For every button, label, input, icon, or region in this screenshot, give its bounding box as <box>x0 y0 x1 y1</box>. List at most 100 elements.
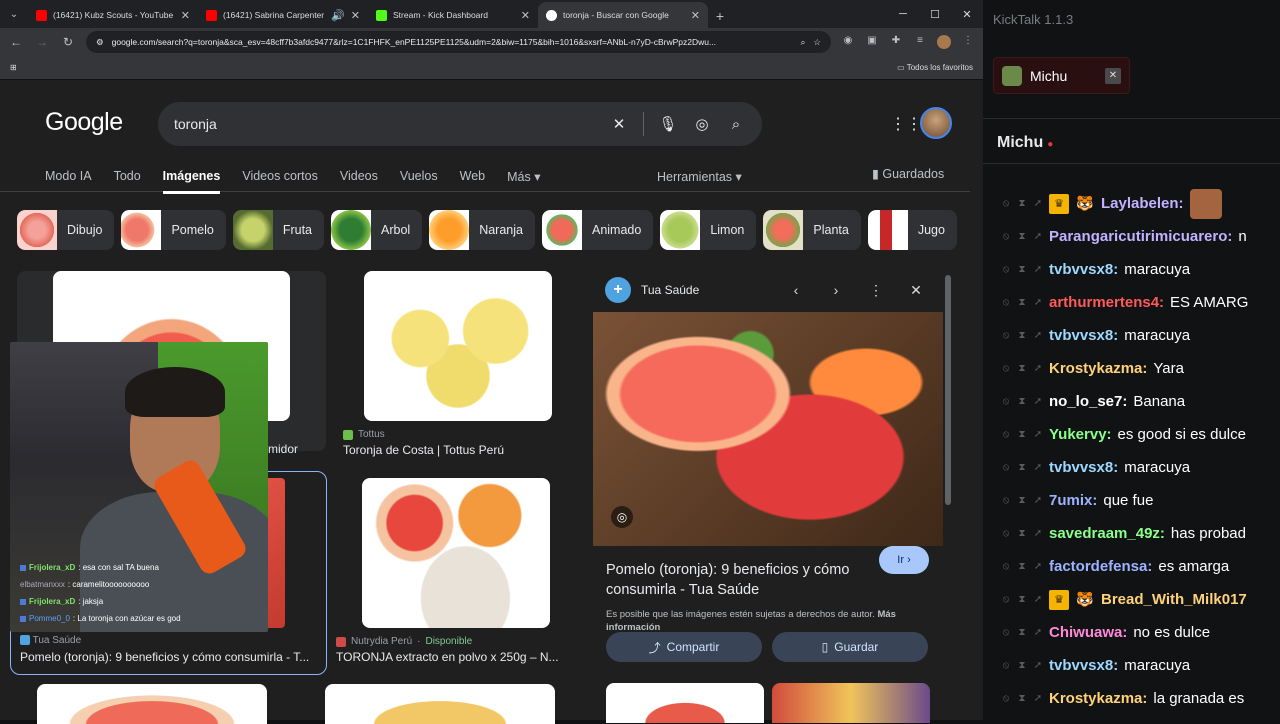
ban-icon[interactable]: ⦸ <box>1001 693 1011 704</box>
timeout-icon[interactable]: ⧗ <box>1017 462 1027 473</box>
timeout-icon[interactable]: ⧗ <box>1017 561 1027 572</box>
chat-username[interactable]: Laylabelen: <box>1101 195 1184 212</box>
panel-scrollbar[interactable] <box>945 275 951 505</box>
search-box[interactable]: toronja ✕ 🎙 ◎ ⌕ <box>158 102 762 146</box>
ban-icon[interactable]: ⦸ <box>1001 594 1011 605</box>
timeout-icon[interactable]: ⧗ <box>1017 231 1027 242</box>
chat-message[interactable]: ⦸ ⧗ ➚ 7umix: que fue <box>983 484 1280 517</box>
ban-icon[interactable]: ⦸ <box>1001 495 1011 506</box>
tab-more[interactable]: Más ▾ <box>507 169 540 194</box>
save-button[interactable]: ▯ Guardar <box>772 632 928 662</box>
ban-icon[interactable]: ⦸ <box>1001 330 1011 341</box>
chat-username[interactable]: Krostykazma: <box>1049 690 1147 707</box>
chat-username[interactable]: savedraam_49z: <box>1049 525 1165 542</box>
pin-icon[interactable]: ➚ <box>1033 528 1043 539</box>
pin-icon[interactable]: ➚ <box>1033 330 1043 341</box>
close-icon[interactable]: ✕ <box>901 282 931 299</box>
timeout-icon[interactable]: ⧗ <box>1017 693 1027 704</box>
close-window-icon[interactable]: ✕ <box>951 0 983 28</box>
pin-icon[interactable]: ➚ <box>1033 264 1043 275</box>
chat-username[interactable]: tvbvvsx8: <box>1049 459 1118 476</box>
image-result[interactable]: Tottus Toronja de Costa | Tottus Perú <box>343 271 573 457</box>
chat-username[interactable]: Yukervy: <box>1049 426 1112 443</box>
close-tab-icon[interactable]: ✕ <box>181 9 190 22</box>
saved-button[interactable]: ▮ Guardados <box>872 166 944 181</box>
timeout-icon[interactable]: ⧗ <box>1017 297 1027 308</box>
browser-tab[interactable]: (16421) Sabrina Carpenter 🔊 ✕ <box>198 2 368 28</box>
share-button[interactable]: ⤴ Compartir <box>606 632 762 662</box>
chat-message[interactable]: ⦸ ⧗ ➚ Parangaricutirimicuarero: n <box>983 220 1280 253</box>
pin-icon[interactable]: ➚ <box>1033 363 1043 374</box>
image-result[interactable]: Nutrydia Perú · Disponible TORONJA extra… <box>336 478 576 664</box>
channel-tab[interactable]: Michu ✕ <box>993 57 1130 94</box>
preview-source[interactable]: Tua Saúde <box>641 283 771 297</box>
chat-username[interactable]: Bread_With_Milk017 <box>1101 591 1247 608</box>
chat-message[interactable]: ⦸ ⧗ ➚ ♛ 🐯 Laylabelen: <box>983 187 1280 220</box>
chip[interactable]: Animado <box>541 210 654 250</box>
chip[interactable]: Arbol <box>331 210 423 250</box>
ban-icon[interactable]: ⦸ <box>1001 363 1011 374</box>
chat-message[interactable]: ⦸ ⧗ ➚ savedraam_49z: has probad <box>983 517 1280 550</box>
image-result[interactable] <box>325 684 555 724</box>
pin-icon[interactable]: ➚ <box>1033 693 1043 704</box>
related-thumbnail[interactable] <box>606 683 764 723</box>
timeout-icon[interactable]: ⧗ <box>1017 627 1027 638</box>
all-bookmarks-folder[interactable]: ▭ Todos los favoritos <box>897 63 973 72</box>
chat-message[interactable]: ⦸ ⧗ ➚ factordefensa: es amarga <box>983 550 1280 583</box>
tab-flights[interactable]: Vuelos <box>400 169 438 194</box>
timeout-icon[interactable]: ⧗ <box>1017 495 1027 506</box>
ban-icon[interactable]: ⦸ <box>1001 231 1011 242</box>
tab-short-videos[interactable]: Videos cortos <box>242 169 318 194</box>
extensions-puzzle-icon[interactable]: ✚ <box>889 35 903 49</box>
tab-ai-mode[interactable]: Modo IA <box>45 169 92 194</box>
tab-all[interactable]: Todo <box>114 169 141 194</box>
chat-message[interactable]: ⦸ ⧗ ➚ tvbvvsx8: maracuya <box>983 319 1280 352</box>
chip[interactable]: Dibujo <box>17 210 115 250</box>
search-input[interactable]: toronja <box>174 116 595 132</box>
ban-icon[interactable]: ⦸ <box>1001 429 1011 440</box>
timeout-icon[interactable]: ⧗ <box>1017 198 1027 209</box>
chip[interactable]: Pomelo <box>121 210 226 250</box>
chip[interactable]: Planta <box>763 210 861 250</box>
microphone-icon[interactable]: 🎙 <box>658 115 678 133</box>
tab-videos[interactable]: Videos <box>340 169 378 194</box>
google-logo[interactable]: Google <box>45 108 123 137</box>
close-tab-icon[interactable]: ✕ <box>351 9 360 22</box>
ban-icon[interactable]: ⦸ <box>1001 462 1011 473</box>
browser-tab[interactable]: Stream - Kick Dashboard ✕ <box>368 2 538 28</box>
chip[interactable]: Naranja <box>429 210 535 250</box>
ban-icon[interactable]: ⦸ <box>1001 660 1011 671</box>
account-avatar[interactable] <box>920 107 952 139</box>
browser-tab[interactable]: (16421) Kubz Scouts - YouTube ✕ <box>28 2 198 28</box>
audio-icon[interactable]: 🔊 <box>331 9 345 22</box>
timeout-icon[interactable]: ⧗ <box>1017 429 1027 440</box>
more-options-icon[interactable]: ⋮ <box>861 282 891 299</box>
chat-message[interactable]: ⦸ ⧗ ➚ arthurmertens4: ES AMARG <box>983 286 1280 319</box>
pin-icon[interactable]: ➚ <box>1033 660 1043 671</box>
chat-message[interactable]: ⦸ ⧗ ➚ tvbvvsx8: maracuya <box>983 649 1280 682</box>
previous-icon[interactable]: ‹ <box>781 282 811 298</box>
ban-icon[interactable]: ⦸ <box>1001 528 1011 539</box>
ban-icon[interactable]: ⦸ <box>1001 396 1011 407</box>
translate-icon[interactable]: ▣ <box>865 35 879 49</box>
ban-icon[interactable]: ⦸ <box>1001 198 1011 209</box>
profile-avatar-icon[interactable] <box>937 35 951 49</box>
zoom-icon[interactable]: ⌕ <box>801 37 806 48</box>
apps-grid-icon[interactable]: ⊞ <box>10 63 17 72</box>
chat-username[interactable]: no_lo_se7: <box>1049 393 1127 410</box>
lens-search-icon[interactable]: ◎ <box>611 506 633 528</box>
chat-message[interactable]: ⦸ ⧗ ➚ tvbvvsx8: maracuya <box>983 451 1280 484</box>
tab-search-button[interactable]: ⌄ <box>0 0 28 28</box>
chat-username[interactable]: tvbvvsx8: <box>1049 327 1118 344</box>
chip[interactable]: Limon <box>660 210 757 250</box>
preview-title[interactable]: Pomelo (toronja): 9 beneficios y cómo co… <box>606 560 866 600</box>
menu-dots-icon[interactable]: ⋮ <box>961 35 975 49</box>
chip[interactable]: Jugo <box>867 210 957 250</box>
minimize-icon[interactable]: ─ <box>887 0 919 28</box>
ban-icon[interactable]: ⦸ <box>1001 561 1011 572</box>
lens-icon[interactable]: ◎ <box>692 115 712 133</box>
image-result[interactable] <box>37 684 267 724</box>
preview-image[interactable]: ◎ <box>593 312 943 546</box>
ban-icon[interactable]: ⦸ <box>1001 297 1011 308</box>
chat-username[interactable]: Krostykazma: <box>1049 360 1147 377</box>
